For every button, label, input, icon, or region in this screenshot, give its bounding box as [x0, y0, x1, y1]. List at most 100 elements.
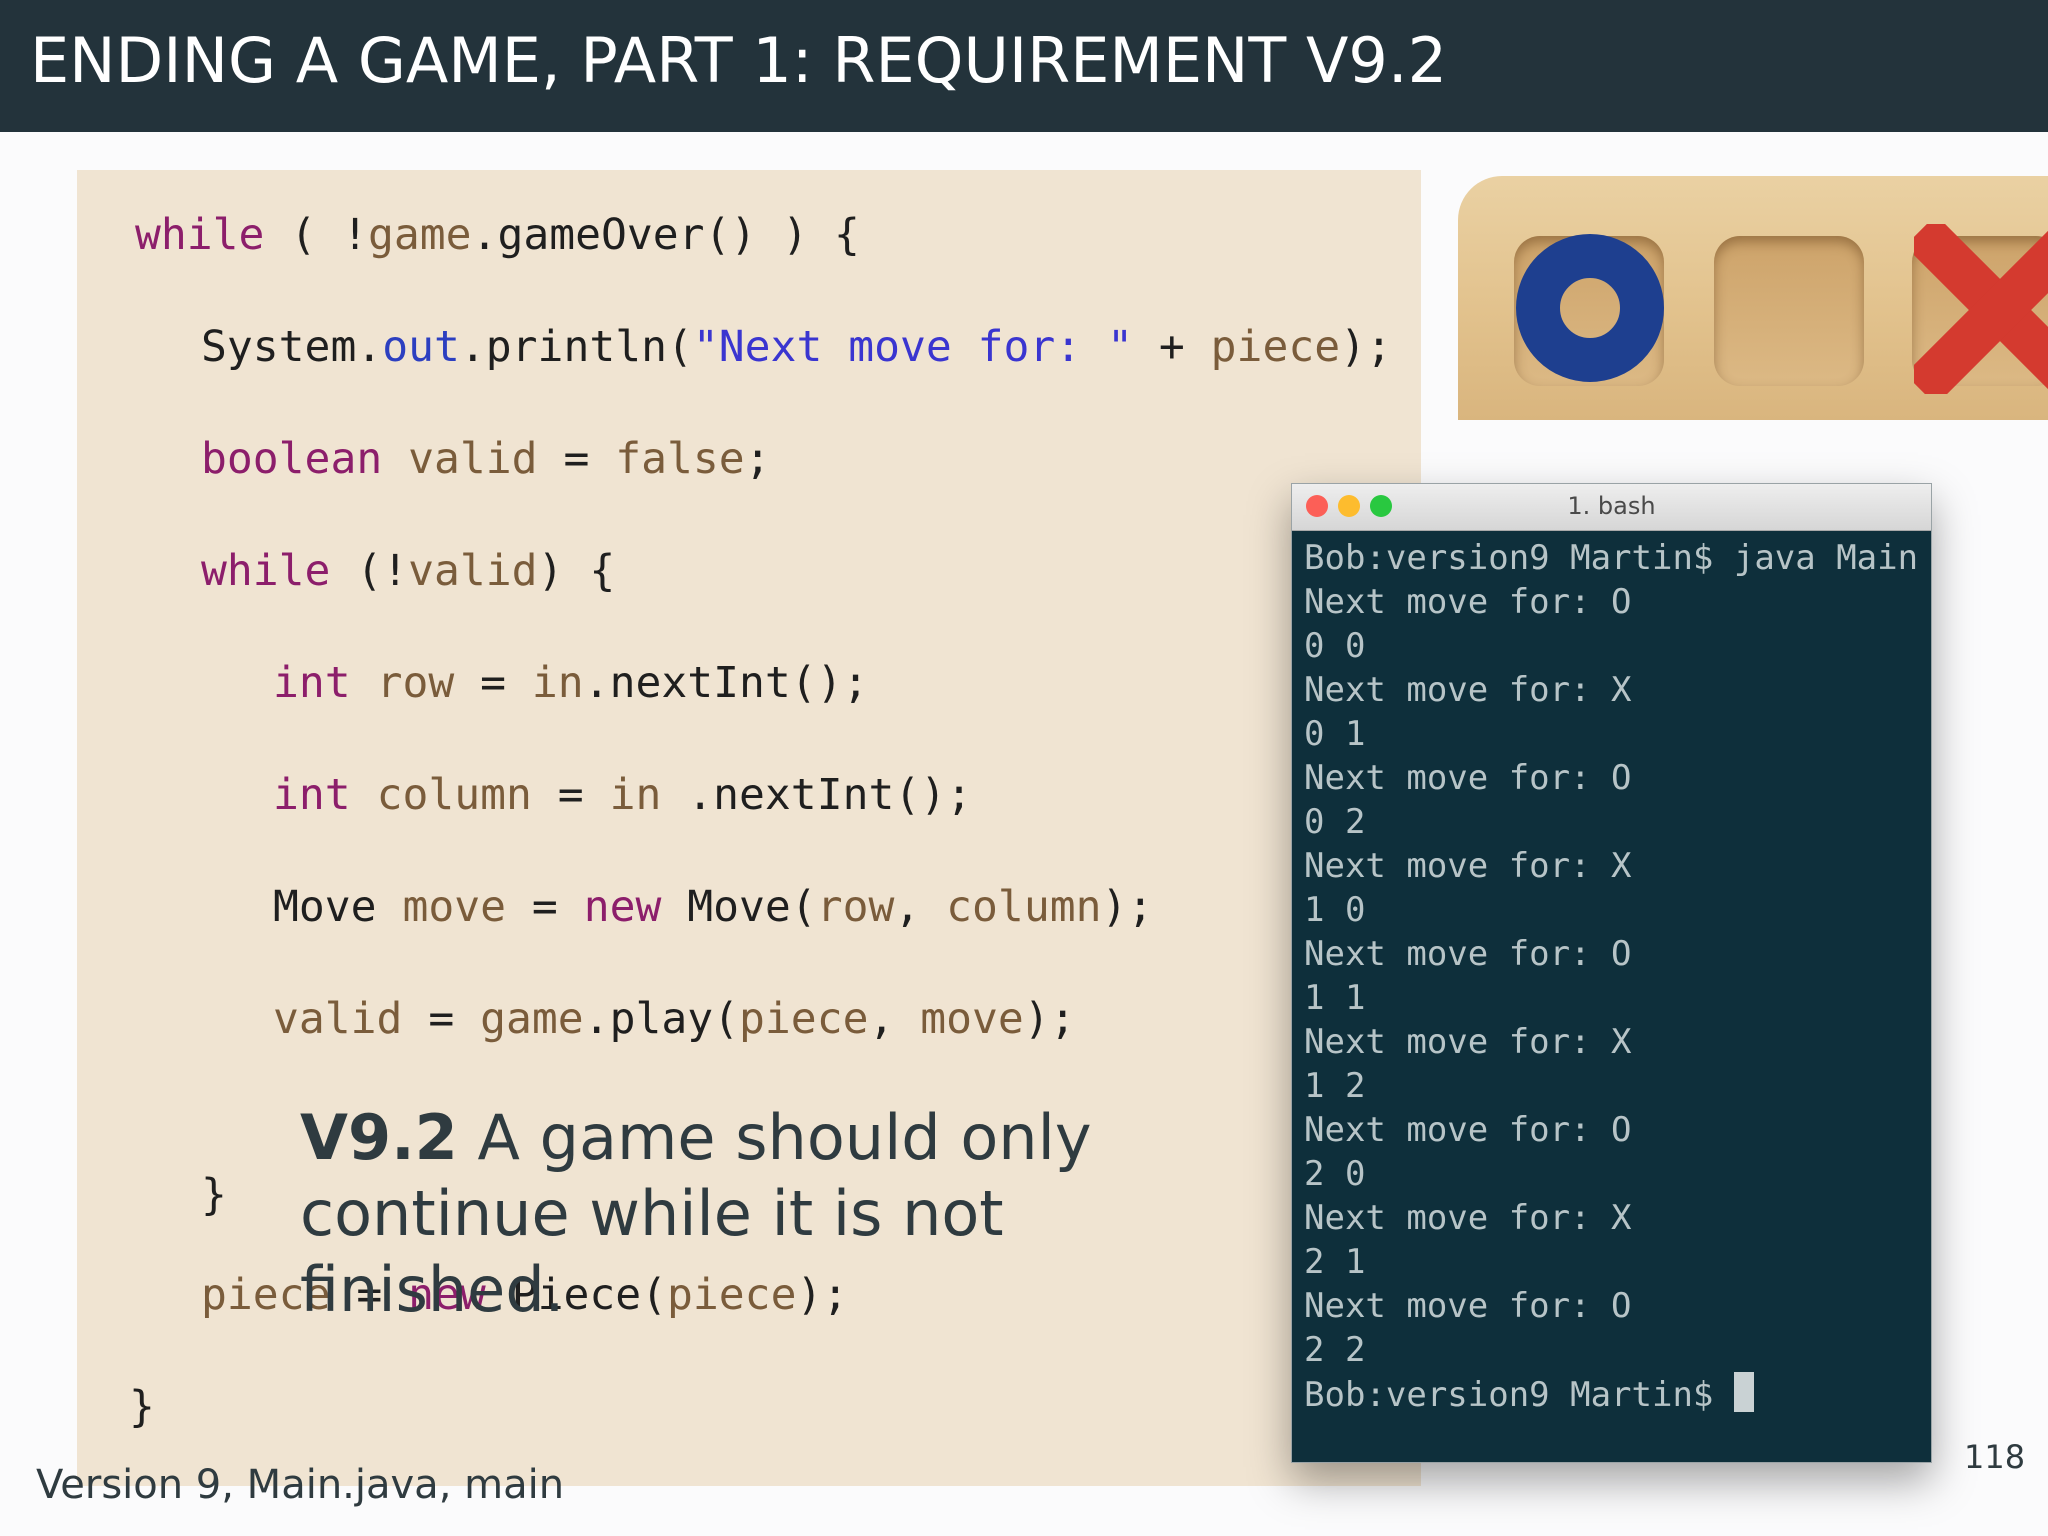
- code-variable: game: [480, 994, 584, 1044]
- terminal-line: Next move for: X: [1304, 1198, 1632, 1238]
- terminal-output: Bob:version9 Martin$ java Main Next move …: [1304, 536, 1924, 1416]
- terminal-line: 2 0: [1304, 1154, 1366, 1194]
- code-text: ) {: [537, 546, 616, 596]
- requirement-label: V9.2: [300, 1101, 458, 1174]
- terminal-title: 1. bash: [1567, 492, 1656, 520]
- code-line-8: valid = game.play(piece, move);: [273, 994, 1076, 1044]
- code-text: .nextInt();: [583, 658, 869, 708]
- terminal-prompt: Bob:version9 Martin$: [1304, 1375, 1734, 1415]
- code-variable: valid: [408, 546, 538, 596]
- code-text: );: [1023, 994, 1076, 1044]
- code-variable: column: [946, 882, 1102, 932]
- terminal-line: Next move for: O: [1304, 582, 1632, 622]
- code-variable: row: [816, 882, 895, 932]
- slide-title: ENDING A GAME, PART 1: REQUIREMENT V9.2: [30, 24, 1448, 97]
- code-line-4: while (!valid) {: [201, 546, 615, 596]
- code-line-7: Move move = new Move(row, column);: [273, 882, 1153, 932]
- terminal-line: 0 1: [1304, 714, 1366, 754]
- code-text: Move: [273, 882, 403, 932]
- terminal-line: 1 2: [1304, 1066, 1366, 1106]
- terminal-line: Next move for: O: [1304, 934, 1632, 974]
- code-line-2: System.out.println("Next move for: " + p…: [201, 322, 1392, 372]
- terminal-line: Next move for: O: [1304, 1110, 1632, 1150]
- slide-caption: Version 9, Main.java, main: [36, 1462, 565, 1508]
- code-keyword: while: [201, 546, 331, 596]
- code-line-6: int column = in .nextInt();: [273, 770, 972, 820]
- o-piece-icon: [1516, 234, 1664, 382]
- code-variable: row: [376, 658, 455, 708]
- terminal-line: Next move for: O: [1304, 758, 1632, 798]
- code-keyword: while: [135, 210, 265, 260]
- requirement-note: V9.2 A game should only continue while it…: [300, 1100, 1280, 1328]
- code-text: Move(: [661, 882, 817, 932]
- code-variable: piece: [739, 994, 869, 1044]
- terminal-line: Next move for: X: [1304, 670, 1632, 710]
- code-text: =: [531, 770, 610, 820]
- code-variable: move: [402, 882, 507, 932]
- terminal-prompt-line: Bob:version9 Martin$: [1304, 1372, 1924, 1416]
- code-text: .println(: [459, 322, 693, 372]
- tic-tac-toe-board-image: [1458, 176, 2048, 420]
- code-text: System.: [201, 322, 383, 372]
- terminal-cursor: [1733, 1372, 1754, 1412]
- code-line-9: }: [201, 1170, 227, 1220]
- code-text: =: [537, 434, 616, 484]
- code-text: =: [506, 882, 584, 932]
- code-variable: move: [920, 994, 1024, 1044]
- code-literal: false: [615, 434, 745, 484]
- code-text: ,: [894, 882, 947, 932]
- code-keyword: boolean: [201, 434, 383, 484]
- terminal-line: 2 1: [1304, 1242, 1366, 1282]
- page-number: 118: [1964, 1438, 2026, 1476]
- code-field: out: [382, 322, 460, 372]
- code-text: }: [201, 1170, 227, 1220]
- code-variable: in: [609, 770, 662, 820]
- x-piece-icon: [1914, 224, 2048, 394]
- terminal-line: 1 0: [1304, 890, 1366, 930]
- code-variable: game: [368, 210, 472, 260]
- code-line-1: while ( !game.gameOver() ) {: [135, 210, 860, 260]
- code-keyword: new: [583, 882, 662, 932]
- title-bar: ENDING A GAME, PART 1: REQUIREMENT V9.2: [0, 0, 2048, 132]
- terminal-window: 1. bash Bob:version9 Martin$ java Main Ne…: [1291, 483, 1932, 1463]
- code-text: ,: [868, 994, 921, 1044]
- code-text: );: [1340, 322, 1392, 372]
- code-variable: piece: [1210, 322, 1341, 372]
- code-variable: valid: [273, 994, 403, 1044]
- requirement-text-line1: A game should only: [457, 1101, 1092, 1174]
- code-text: =: [454, 658, 532, 708]
- terminal-line: Next move for: O: [1304, 1286, 1632, 1326]
- code-text: .nextInt();: [661, 770, 973, 820]
- code-line-3: boolean valid = false;: [201, 434, 771, 484]
- code-text: +: [1133, 322, 1211, 372]
- terminal-line: Bob:version9 Martin$ java Main: [1304, 538, 1919, 578]
- terminal-line: 0 2: [1304, 802, 1366, 842]
- terminal-line: Next move for: X: [1304, 846, 1632, 886]
- code-keyword: int: [273, 658, 351, 708]
- terminal-titlebar: 1. bash: [1292, 484, 1931, 531]
- code-text: (!: [330, 546, 409, 596]
- code-variable: column: [376, 770, 532, 820]
- code-text: );: [1101, 882, 1154, 932]
- code-variable: valid: [408, 434, 538, 484]
- terminal-line: 1 1: [1304, 978, 1366, 1018]
- code-string: "Next move for: ": [692, 322, 1133, 372]
- terminal-line: 2 2: [1304, 1330, 1366, 1370]
- code-text: =: [402, 994, 481, 1044]
- code-text: }: [129, 1382, 155, 1432]
- requirement-text-line2: continue while it is not finished.: [300, 1177, 1004, 1326]
- code-text: .play(: [583, 994, 740, 1044]
- code-text: ;: [744, 434, 771, 484]
- code-text: .gameOver() ) {: [471, 210, 860, 260]
- terminal-line: 0 0: [1304, 626, 1366, 666]
- code-line-11: }: [129, 1382, 155, 1432]
- code-line-5: int row = in.nextInt();: [273, 658, 868, 708]
- code-text: ( !: [264, 210, 369, 260]
- code-variable: in: [531, 658, 584, 708]
- code-keyword: int: [273, 770, 351, 820]
- terminal-line: Next move for: X: [1304, 1022, 1632, 1062]
- board-slot: [1714, 236, 1864, 386]
